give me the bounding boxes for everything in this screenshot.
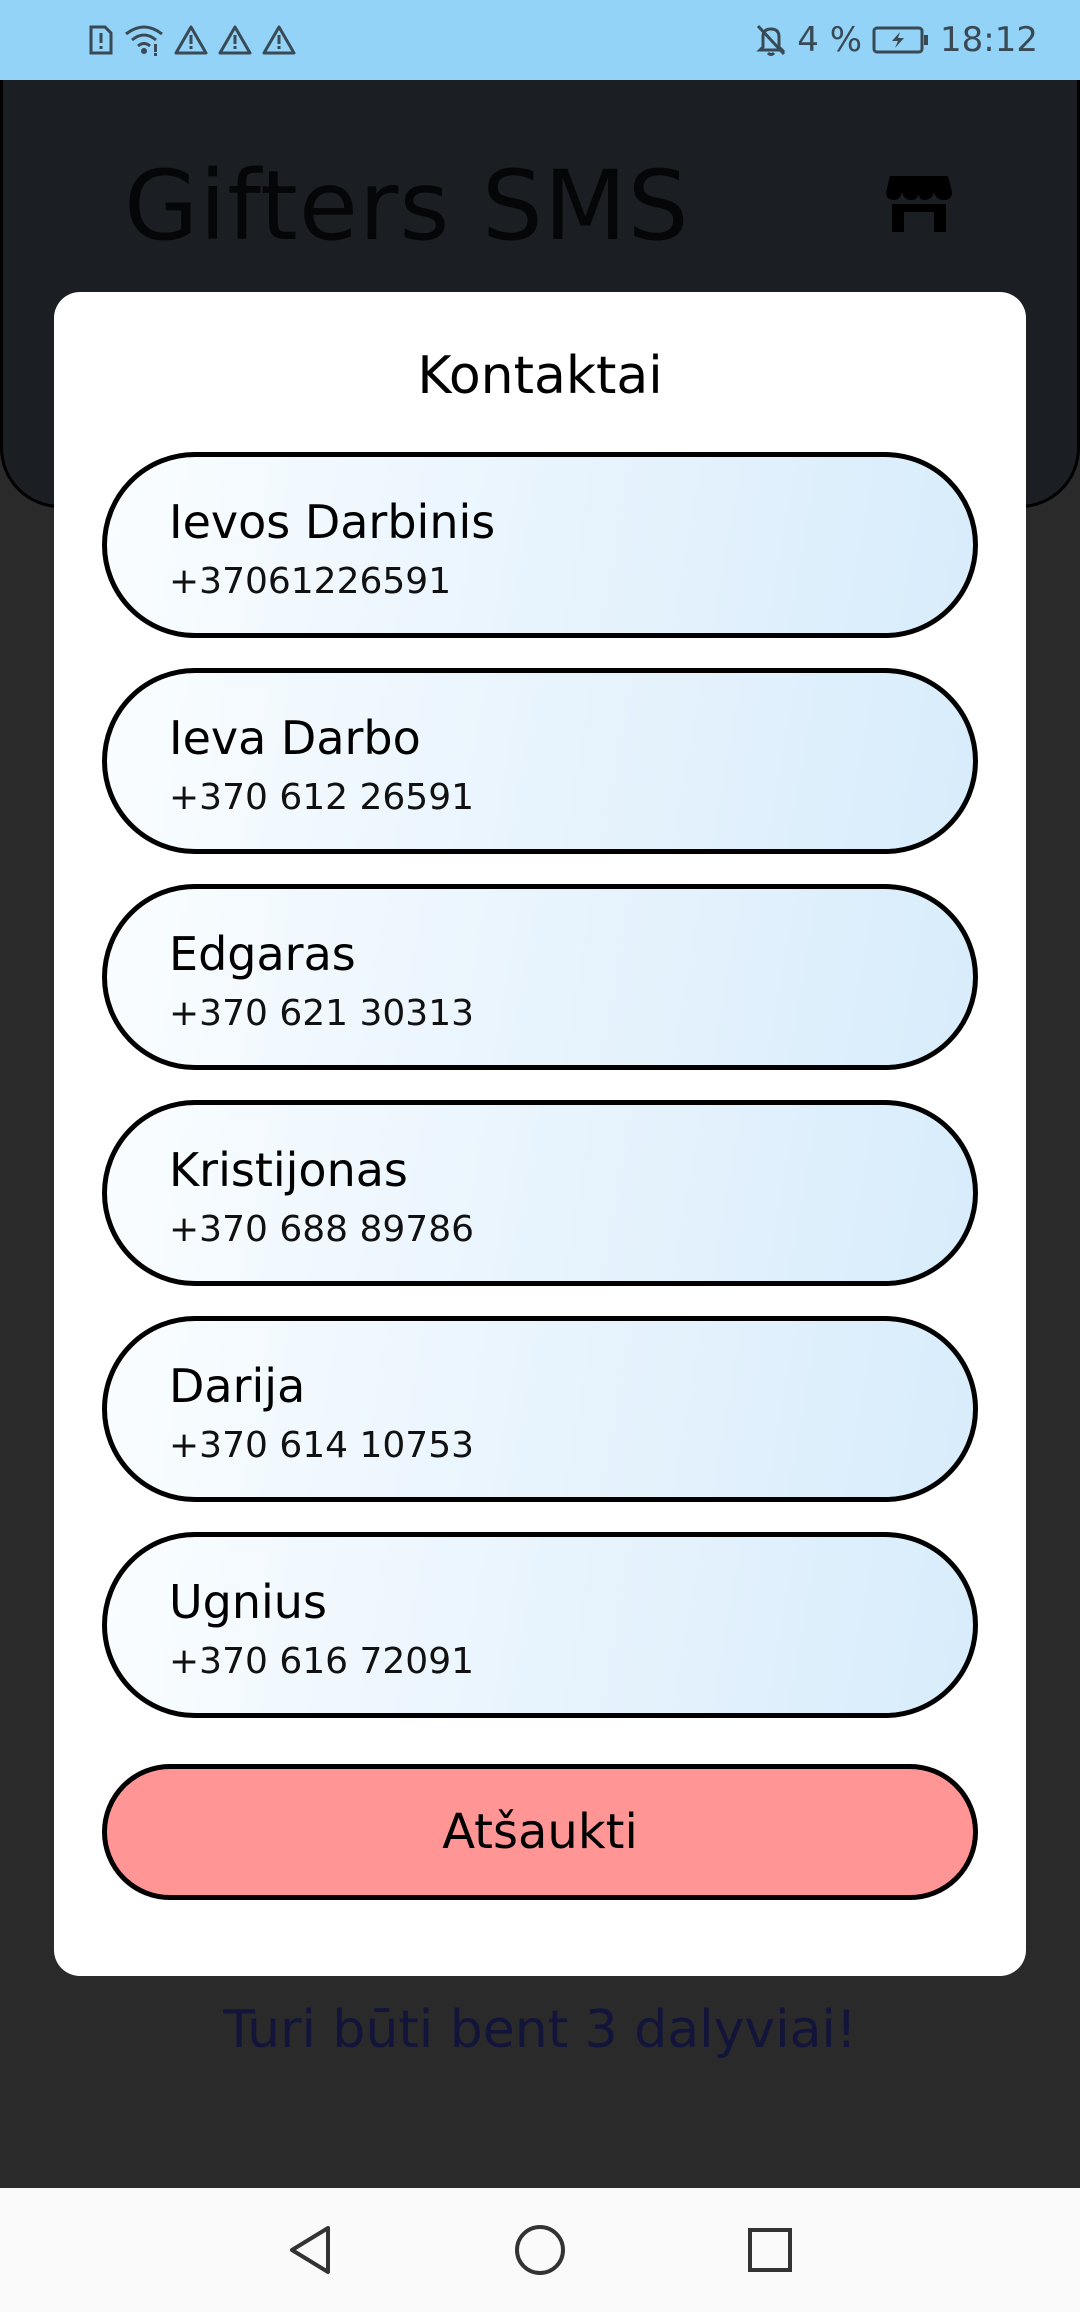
wifi-icon (124, 24, 164, 56)
contact-phone: +37061226591 (169, 561, 452, 602)
contact-name: Kristijonas (169, 1143, 408, 1197)
contact-item[interactable]: Ieva Darbo +370 612 26591 (102, 668, 978, 854)
sim-alert-icon (88, 24, 114, 56)
status-icons-right: 4 % 18:12 (755, 20, 1038, 60)
recents-icon[interactable] (744, 2222, 796, 2282)
contact-item[interactable]: Ievos Darbinis +37061226591 (102, 452, 978, 638)
contact-name: Ievos Darbinis (169, 495, 496, 549)
app-title: Gifters SMS (124, 150, 690, 262)
participants-warning: Turi būti bent 3 dalyviai! (223, 2000, 857, 2060)
contact-list: Ievos Darbinis +37061226591 Ieva Darbo +… (102, 452, 978, 1748)
contacts-dialog: Kontaktai Ievos Darbinis +37061226591 Ie… (54, 292, 1026, 1976)
contact-phone: +370 612 26591 (169, 777, 474, 818)
warning-icon (218, 24, 252, 56)
navigation-bar (0, 2188, 1080, 2312)
battery-label: 4 % (797, 20, 863, 60)
contact-phone: +370 614 10753 (169, 1425, 474, 1466)
contact-name: Darija (169, 1359, 306, 1413)
contact-item[interactable]: Kristijonas +370 688 89786 (102, 1100, 978, 1286)
home-icon[interactable] (512, 2222, 568, 2282)
clock: 18:12 (940, 20, 1038, 60)
contact-name: Ugnius (169, 1575, 327, 1629)
store-icon[interactable] (884, 172, 954, 238)
dialog-title: Kontaktai (417, 346, 663, 406)
contact-phone: +370 688 89786 (169, 1209, 474, 1250)
back-icon[interactable] (284, 2222, 336, 2282)
cancel-button[interactable]: Atšaukti (102, 1764, 978, 1900)
contact-name: Ieva Darbo (169, 711, 421, 765)
contact-item[interactable]: Edgaras +370 621 30313 (102, 884, 978, 1070)
contact-phone: +370 621 30313 (169, 993, 474, 1034)
battery-charging-icon (872, 26, 930, 54)
warning-icon (174, 24, 208, 56)
warning-icon (262, 24, 296, 56)
contact-item[interactable]: Ugnius +370 616 72091 (102, 1532, 978, 1718)
contact-phone: +370 616 72091 (169, 1641, 474, 1682)
status-icons-left (88, 24, 296, 56)
contact-name: Edgaras (169, 927, 356, 981)
bell-off-icon (755, 23, 787, 57)
status-bar: 4 % 18:12 (0, 0, 1080, 80)
contact-item[interactable]: Darija +370 614 10753 (102, 1316, 978, 1502)
